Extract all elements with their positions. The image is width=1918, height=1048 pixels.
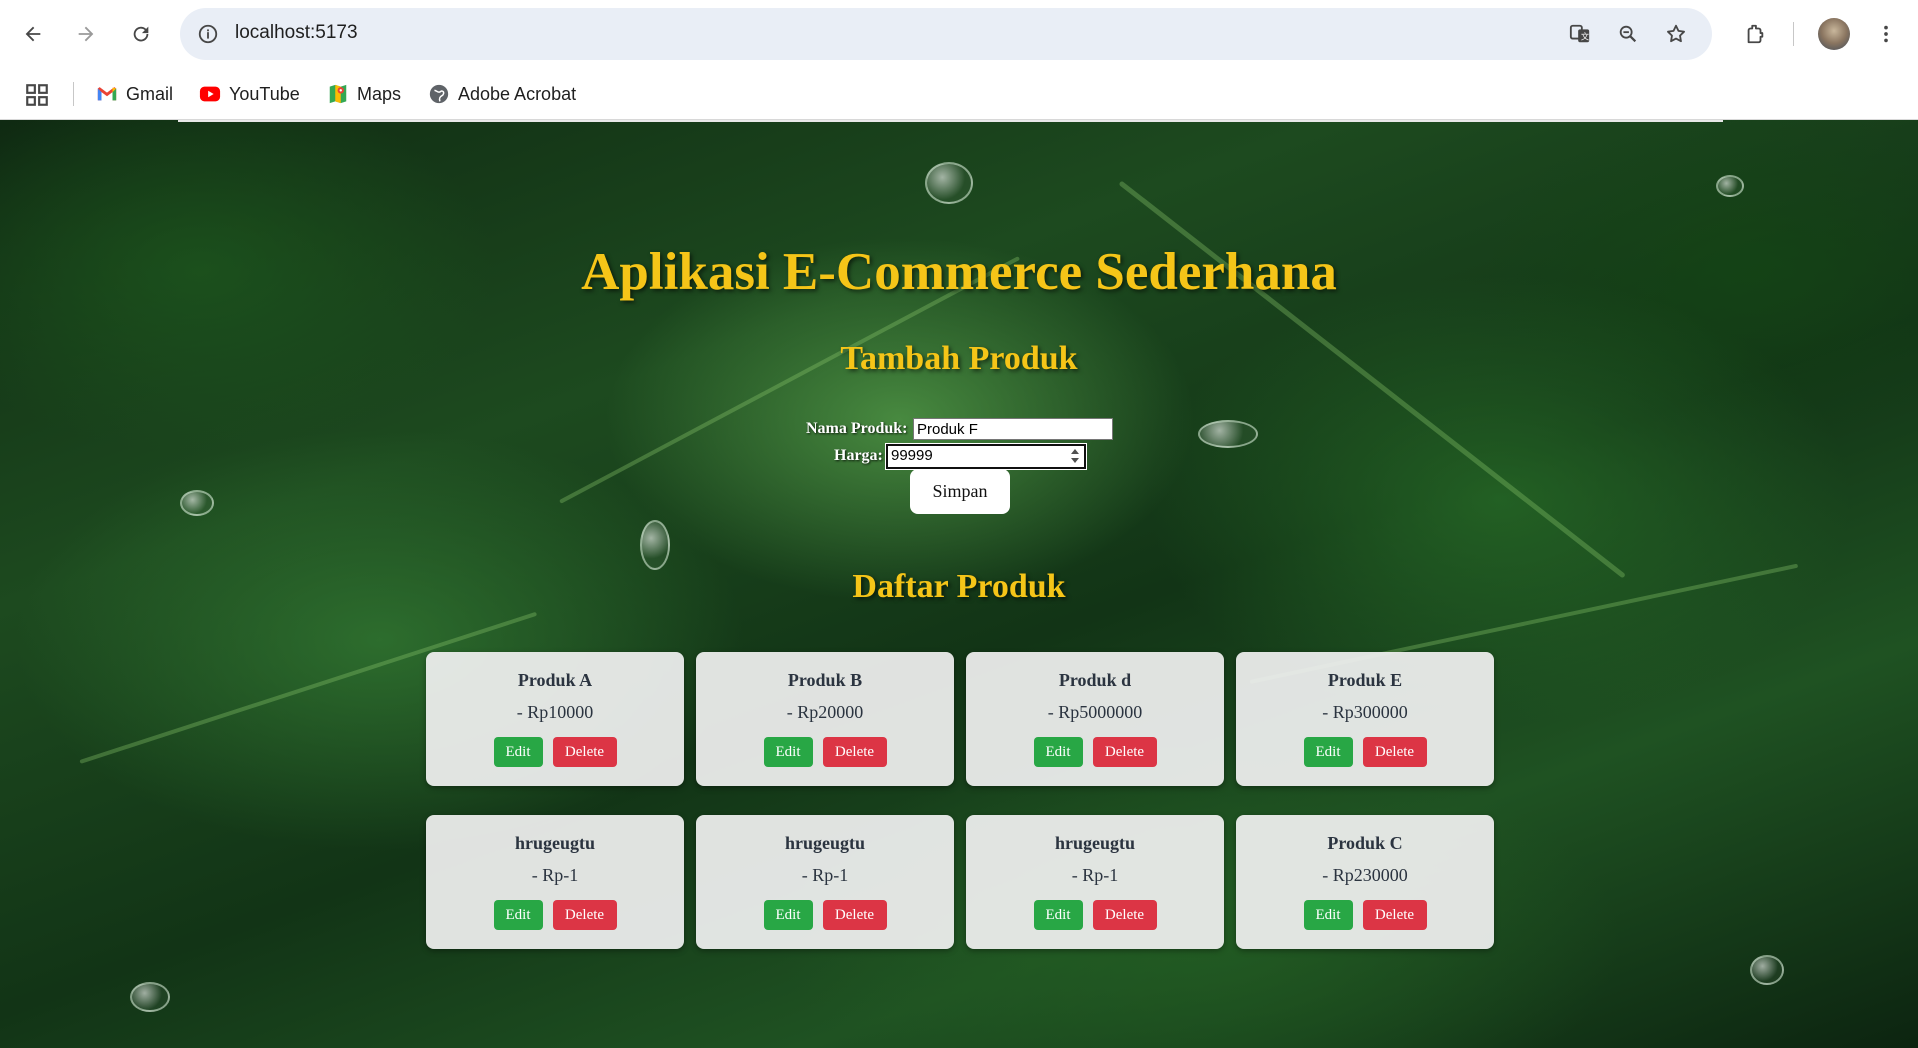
product-name: Produk d — [1058, 670, 1132, 690]
bookmark-label: Gmail — [126, 83, 174, 104]
edit-button[interactable]: Edit — [763, 900, 813, 930]
product-price: - Rp230000 — [1322, 865, 1408, 885]
bookmark-label: YouTube — [229, 83, 300, 104]
bookmarks-divider — [73, 82, 74, 106]
toolbar-divider — [1793, 22, 1794, 46]
product-price: - Rp300000 — [1322, 702, 1408, 722]
delete-button[interactable]: Delete — [822, 737, 887, 767]
product-name: Produk C — [1327, 833, 1403, 853]
reload-icon[interactable] — [125, 18, 157, 50]
bookmark-youtube[interactable]: YouTube — [199, 80, 300, 108]
bookmark-label: Maps — [357, 83, 402, 104]
back-icon[interactable] — [17, 18, 49, 50]
globe-icon — [428, 83, 450, 105]
bookmark-maps[interactable]: Maps — [327, 80, 401, 108]
product-name-label: Nama Produk: — [806, 420, 908, 437]
bookmark-adobe-acrobat[interactable]: Adobe Acrobat — [428, 80, 576, 108]
number-spinner-icon[interactable] — [1069, 448, 1081, 464]
water-drop-decoration — [640, 520, 670, 570]
delete-button[interactable]: Delete — [1092, 737, 1157, 767]
product-price: - Rp5000000 — [1047, 702, 1143, 722]
page-top-border — [178, 120, 1723, 122]
water-drop-decoration — [1750, 955, 1784, 985]
product-list-heading: Daftar Produk — [852, 568, 1066, 605]
bookmark-label: Adobe Acrobat — [458, 83, 577, 104]
product-name: Produk A — [517, 670, 593, 690]
product-price: - Rp10000 — [516, 702, 594, 722]
water-drop-decoration — [1198, 420, 1258, 448]
edit-button[interactable]: Edit — [1033, 900, 1083, 930]
price-label: Harga: — [834, 447, 883, 464]
delete-button[interactable]: Delete — [1362, 737, 1427, 767]
product-name: hrugeugtu — [784, 833, 865, 853]
edit-button[interactable]: Edit — [1303, 737, 1353, 767]
product-card: Produk E - Rp300000 Edit Delete — [1236, 652, 1494, 786]
maps-icon — [327, 83, 349, 105]
apps-grid-icon[interactable] — [24, 82, 50, 108]
water-drop-decoration — [1716, 175, 1744, 197]
product-price: - Rp-1 — [1071, 865, 1119, 885]
profile-avatar[interactable] — [1818, 18, 1850, 50]
product-card: hrugeugtu - Rp-1 Edit Delete — [966, 815, 1224, 949]
menu-kebab-icon[interactable] — [1870, 18, 1902, 50]
water-drop-decoration — [130, 982, 170, 1012]
translate-icon[interactable]: 文 — [1566, 20, 1594, 48]
extensions-icon[interactable] — [1739, 18, 1771, 50]
bookmark-star-icon[interactable] — [1662, 20, 1690, 48]
edit-button[interactable]: Edit — [493, 900, 543, 930]
gmail-icon — [96, 83, 118, 105]
delete-button[interactable]: Delete — [1092, 900, 1157, 930]
edit-button[interactable]: Edit — [763, 737, 813, 767]
page-background: Aplikasi E-Commerce Sederhana Tambah Pro… — [0, 120, 1918, 1048]
water-drop-decoration — [180, 490, 214, 516]
water-drop-decoration — [925, 162, 973, 204]
bookmark-gmail[interactable]: Gmail — [96, 80, 173, 108]
product-name: Produk B — [787, 670, 863, 690]
bookmarks-bar: Gmail YouTube Maps Adobe Acrobat — [0, 68, 1918, 120]
app-title: Aplikasi E-Commerce Sederhana — [581, 243, 1337, 301]
edit-button[interactable]: Edit — [493, 737, 543, 767]
edit-button[interactable]: Edit — [1033, 737, 1083, 767]
delete-button[interactable]: Delete — [552, 737, 617, 767]
product-price: - Rp-1 — [531, 865, 579, 885]
product-price: - Rp-1 — [801, 865, 849, 885]
product-name: hrugeugtu — [1054, 833, 1135, 853]
delete-button[interactable]: Delete — [822, 900, 887, 930]
product-name-input[interactable] — [913, 418, 1113, 440]
product-card: Produk C - Rp230000 Edit Delete — [1236, 815, 1494, 949]
svg-text:文: 文 — [1581, 32, 1589, 42]
address-bar[interactable]: localhost:5173 文 — [180, 8, 1712, 60]
product-card: Produk A - Rp10000 Edit Delete — [426, 652, 684, 786]
price-input[interactable]: 99999 — [885, 443, 1087, 470]
url-text[interactable]: localhost:5173 — [235, 22, 358, 44]
forward-icon[interactable] — [70, 18, 102, 50]
product-card: hrugeugtu - Rp-1 Edit Delete — [696, 815, 954, 949]
delete-button[interactable]: Delete — [552, 900, 617, 930]
youtube-icon — [199, 83, 221, 105]
product-card: Produk d - Rp5000000 Edit Delete — [966, 652, 1224, 786]
edit-button[interactable]: Edit — [1303, 900, 1353, 930]
add-product-heading: Tambah Produk — [840, 340, 1078, 377]
save-button[interactable]: Simpan — [910, 469, 1010, 514]
product-name: hrugeugtu — [514, 833, 595, 853]
product-card: Produk B - Rp20000 Edit Delete — [696, 652, 954, 786]
zoom-icon[interactable] — [1614, 20, 1642, 48]
browser-toolbar: localhost:5173 文 — [0, 0, 1918, 68]
price-value: 99999 — [891, 447, 933, 464]
product-price: - Rp20000 — [786, 702, 864, 722]
delete-button[interactable]: Delete — [1362, 900, 1427, 930]
product-name: Produk E — [1327, 670, 1403, 690]
leaf-vein-decoration — [1118, 180, 1626, 579]
product-card: hrugeugtu - Rp-1 Edit Delete — [426, 815, 684, 949]
site-info-icon[interactable] — [194, 20, 222, 48]
